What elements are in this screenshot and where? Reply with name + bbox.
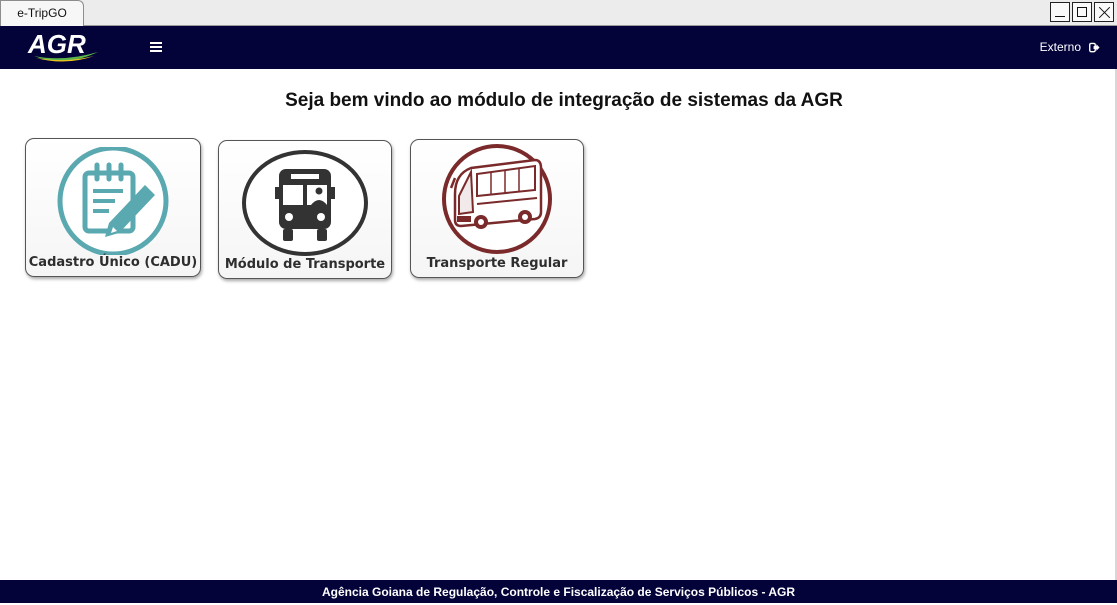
agr-logo[interactable]: AGR [24,30,104,66]
clipboard-pencil-icon [57,147,169,255]
app-footer: Agência Goiana de Regulação, Controle e … [0,580,1117,603]
tile-cadastro-unico[interactable]: Cadastro Único (CADU) [25,138,201,277]
window-titlebar: e-TripGO [0,0,1117,26]
app-header: AGR Externo [0,26,1117,69]
tile-label: Transporte Regular [426,256,568,271]
page-title: Seja bem vindo ao módulo de integração d… [285,90,843,111]
logout-icon [1089,42,1100,52]
bus-side-icon [442,144,552,254]
footer-text: Agência Goiana de Regulação, Controle e … [321,585,796,599]
logo-text: AGR [27,30,86,59]
tile-modulo-transporte[interactable]: Módulo de Transporte [218,140,392,279]
tile-transporte-regular[interactable]: Transporte Regular [410,139,584,278]
user-menu[interactable]: Externo [1040,40,1100,54]
bus-front-icon [242,150,368,256]
user-label: Externo [1039,40,1081,54]
hamburger-menu-icon[interactable] [148,40,164,56]
close-button[interactable] [1094,2,1114,22]
minimize-button[interactable] [1050,2,1070,22]
maximize-button[interactable] [1072,2,1092,22]
window-controls [1050,2,1114,22]
tile-label: Cadastro Único (CADU) [28,255,198,270]
tile-label: Módulo de Transporte [224,257,386,272]
window-tab[interactable]: e-TripGO [0,0,84,26]
